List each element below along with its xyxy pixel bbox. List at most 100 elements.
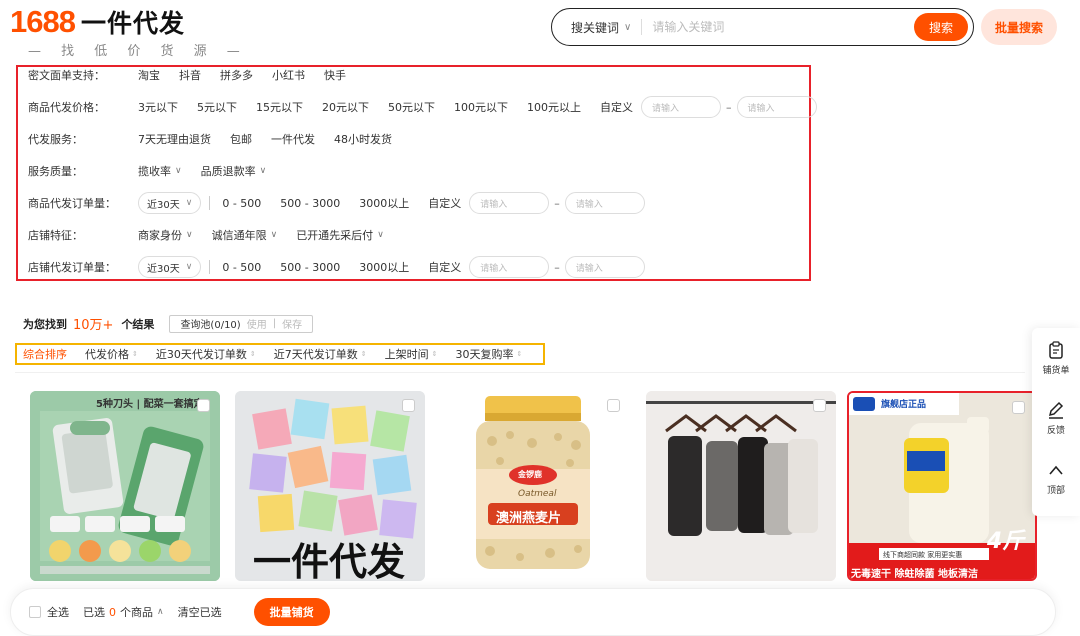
filter-option[interactable]: 100元以下	[454, 99, 508, 115]
search-box: 搜关键词 ∨ 搜索	[551, 8, 974, 46]
period-select[interactable]: 近30天 ∨	[138, 192, 202, 214]
filter-option[interactable]: 7天无理由退货	[138, 131, 211, 147]
filter-option[interactable]: 0 - 500	[222, 261, 261, 274]
filter-option[interactable]: 抖音	[179, 67, 201, 83]
query-pool-separator: |	[272, 318, 277, 329]
result-prefix: 为您找到	[23, 317, 67, 331]
period-select-label: 近30天	[147, 263, 180, 275]
filter-option[interactable]: 淘宝	[138, 67, 160, 83]
query-pool-use[interactable]: 使用	[247, 316, 267, 331]
sidebar-item-feedback[interactable]: 反馈	[1032, 400, 1080, 436]
filter-option[interactable]: 15元以下	[256, 99, 303, 115]
filter-dropdown[interactable]: 已开通先采后付 ∨	[296, 227, 384, 243]
sort-label: 近7天代发订单数	[273, 348, 358, 361]
filter-dropdown[interactable]: 揽收率 ∨	[138, 163, 182, 179]
product-checkbox[interactable]	[607, 399, 620, 412]
shop-orders-max-input[interactable]: 请输入	[564, 256, 645, 278]
selected-count: 0	[109, 605, 116, 619]
filter-option[interactable]: 20元以下	[322, 99, 369, 115]
search-divider	[641, 19, 643, 35]
select-all-label[interactable]: 全选	[47, 604, 69, 620]
filter-row-price: 商品代发价格： 3元以下 5元以下 15元以下 20元以下 50元以下 100元…	[28, 96, 817, 118]
filter-dropdown[interactable]: 商家身份 ∨	[138, 227, 193, 243]
product-weight: 4斤	[987, 529, 1025, 554]
filter-dropdown[interactable]: 品质退款率 ∨	[201, 163, 267, 179]
sort-30d-orders[interactable]: 近30天代发订单数 ⇕	[156, 346, 256, 362]
filter-option[interactable]: 一件代发	[271, 131, 315, 147]
filter-option[interactable]: 48小时发货	[334, 131, 392, 147]
selected-summary[interactable]: 已选 0 个商品 ∧	[83, 604, 164, 620]
sort-price[interactable]: 代发价格 ⇕	[85, 346, 138, 362]
price-min-input[interactable]: 请输入	[641, 96, 721, 118]
sidebar-item-label: 顶部	[1046, 486, 1065, 496]
filter-custom-label: 自定义	[428, 261, 462, 274]
clear-selected-button[interactable]: 清空已选	[178, 604, 222, 620]
filter-dropdown-label: 已开通先采后付	[296, 229, 374, 242]
product-image	[30, 391, 220, 581]
divider	[209, 196, 211, 210]
search-button[interactable]: 搜索	[914, 13, 968, 41]
filter-label: 服务质量：	[28, 165, 83, 178]
filter-option[interactable]: 3000以上	[359, 259, 409, 275]
product-card[interactable]: 5种刀头 | 配菜一套搞定	[30, 391, 220, 581]
sidebar-item-top[interactable]: 顶部	[1032, 460, 1080, 496]
filter-dropdown-label: 商家身份	[138, 229, 182, 242]
chevron-down-icon: ∨	[185, 262, 193, 272]
sort-arrows-icon: ⇕	[360, 350, 367, 358]
query-pool-label: 查询池(0/10)	[180, 320, 241, 331]
chevron-down-icon: ∨	[175, 166, 182, 176]
range-dash: –	[554, 196, 560, 210]
batch-list-button[interactable]: 批量铺货	[253, 598, 330, 626]
query-pool-save[interactable]: 保存	[282, 316, 302, 331]
batch-search-button[interactable]: 批量搜索	[981, 9, 1057, 45]
product-bottom-slogan: 无毒速干 除蛀除菌 地板清洁	[851, 569, 978, 580]
filter-dropdown[interactable]: 诚信通年限 ∨	[212, 227, 278, 243]
filter-label: 店铺代发订单量：	[28, 261, 116, 274]
search-input[interactable]	[652, 20, 883, 34]
sidebar-item-listing[interactable]: 铺货单	[1032, 340, 1080, 376]
product-checkbox[interactable]	[402, 399, 415, 412]
right-sidebar: 铺货单 反馈 顶部	[1032, 328, 1080, 516]
product-checkbox[interactable]	[813, 399, 826, 412]
sort-default[interactable]: 综合排序	[23, 346, 67, 362]
product-checkbox[interactable]	[1012, 401, 1025, 414]
product-card[interactable]: 一件代发	[235, 391, 425, 581]
chevron-down-icon: ∨	[270, 230, 278, 240]
product-card[interactable]	[646, 391, 836, 581]
filter-label: 商品代发价格：	[28, 101, 105, 114]
filter-option[interactable]: 小红书	[272, 67, 305, 83]
filter-option[interactable]: 包邮	[230, 131, 252, 147]
selected-suffix: 个商品	[120, 606, 153, 619]
sort-listing-time[interactable]: 上架时间 ⇕	[385, 346, 438, 362]
orders-max-input[interactable]: 请输入	[564, 192, 645, 214]
product-card[interactable]: 旗舰店正品 线下商超同款 家用更实惠 4斤 无毒速干 除蛀除菌 地板清洁	[847, 391, 1037, 581]
filter-option[interactable]: 500 - 3000	[280, 197, 340, 210]
product-banner: 5种刀头 | 配菜一套搞定	[96, 399, 204, 410]
edit-pencil-icon	[1032, 400, 1080, 420]
filter-option[interactable]: 5元以下	[197, 99, 237, 115]
product-card[interactable]: 金锣鹿 Oatmeal 澳洲燕麦片	[440, 391, 630, 581]
filter-option[interactable]: 0 - 500	[222, 197, 261, 210]
chevron-down-icon: ∨	[259, 166, 267, 176]
filter-option[interactable]: 3000以上	[359, 195, 409, 211]
query-pool[interactable]: 查询池(0/10) 使用 | 保存	[169, 314, 314, 333]
sort-label: 30天复购率	[455, 348, 514, 361]
filter-option[interactable]: 拼多多	[220, 67, 253, 83]
filter-option[interactable]: 100元以上	[527, 99, 581, 115]
product-checkbox[interactable]	[197, 399, 210, 412]
selected-prefix: 已选	[83, 606, 105, 619]
sort-7d-orders[interactable]: 近7天代发订单数 ⇕	[274, 346, 367, 362]
filter-option[interactable]: 50元以下	[388, 99, 435, 115]
period-select[interactable]: 近30天 ∨	[138, 256, 202, 278]
filter-option[interactable]: 快手	[324, 67, 346, 83]
sort-arrows-icon: ⇕	[249, 350, 256, 358]
filter-option[interactable]: 3元以下	[138, 99, 178, 115]
logo[interactable]: 1688 一件代发 — 找 低 价 货 源 —	[10, 4, 248, 59]
sort-repurchase[interactable]: 30天复购率 ⇕	[456, 346, 523, 362]
search-type-dropdown[interactable]: 搜关键词 ∨	[552, 19, 631, 36]
select-all-checkbox[interactable]	[29, 606, 41, 618]
shop-orders-min-input[interactable]: 请输入	[469, 256, 550, 278]
orders-min-input[interactable]: 请输入	[469, 192, 550, 214]
filter-option[interactable]: 500 - 3000	[280, 261, 340, 274]
price-max-input[interactable]: 请输入	[736, 96, 817, 118]
